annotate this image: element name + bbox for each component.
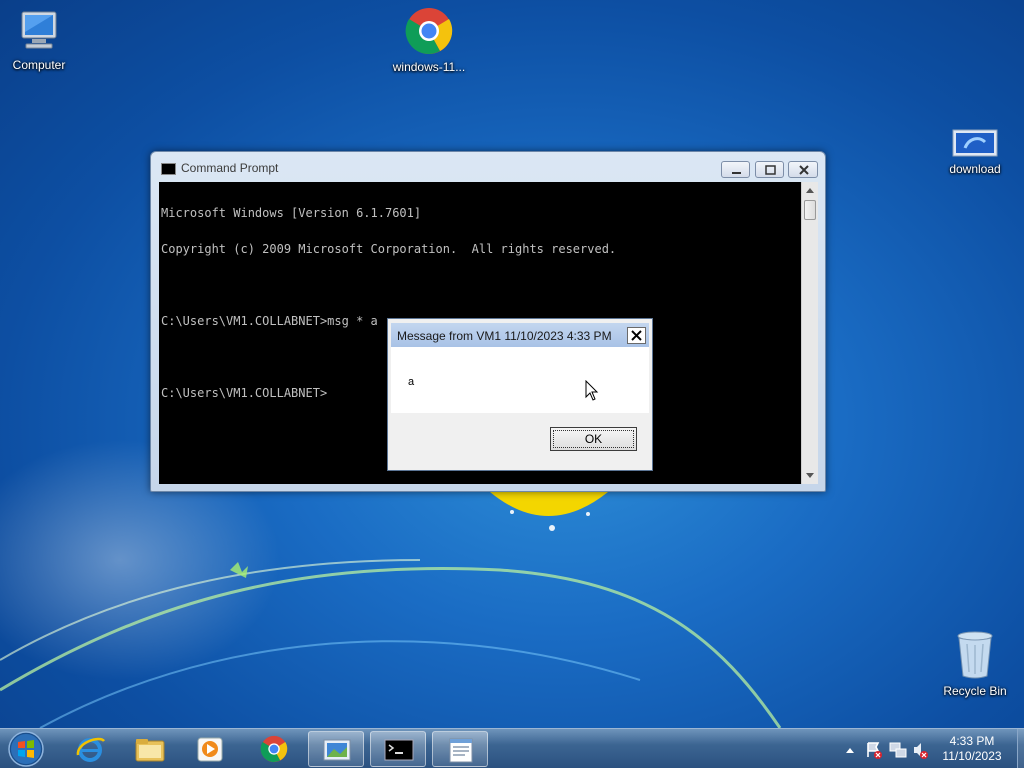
console-line: Copyright (c) 2009 Microsoft Corporation… xyxy=(161,242,617,256)
scroll-up-icon[interactable] xyxy=(806,188,814,193)
console-line: Microsoft Windows [Version 6.1.7601] xyxy=(161,206,422,220)
taskbar-image-viewer[interactable] xyxy=(308,731,364,767)
taskbar-file-explorer[interactable] xyxy=(122,731,178,767)
start-button[interactable] xyxy=(6,730,46,768)
close-button[interactable] xyxy=(788,161,818,178)
ok-button[interactable]: OK xyxy=(550,427,637,451)
clock[interactable]: 4:33 PM 11/10/2023 xyxy=(930,734,1014,764)
dialog-message: a xyxy=(408,376,415,388)
action-center-icon[interactable] xyxy=(867,742,882,759)
desktop-icon-label: windows-11... xyxy=(392,60,466,74)
message-dialog[interactable]: Message from VM1 11/10/2023 4:33 PM a OK xyxy=(387,318,653,471)
show-desktop-button[interactable] xyxy=(1017,729,1024,768)
internet-explorer-icon xyxy=(76,737,106,762)
volume-muted-icon[interactable] xyxy=(914,743,928,759)
network-icon[interactable] xyxy=(889,742,907,758)
taskbar-command-prompt[interactable] xyxy=(370,731,426,767)
command-prompt-icon xyxy=(384,739,414,761)
recycle-bin-icon xyxy=(957,631,993,679)
desktop-icon-label: Recycle Bin xyxy=(943,684,1007,698)
taskbar: 4:33 PM 11/10/2023 xyxy=(0,728,1024,768)
dialog-title: Message from VM1 11/10/2023 4:33 PM xyxy=(397,329,612,343)
clock-time: 4:33 PM xyxy=(949,734,995,748)
taskbar-media-player[interactable] xyxy=(182,731,238,767)
show-hidden-icons-icon[interactable] xyxy=(846,748,854,753)
folder-icon xyxy=(135,739,165,762)
window-title: Command Prompt xyxy=(181,161,279,175)
scroll-thumb[interactable] xyxy=(804,200,816,220)
mouse-cursor-icon xyxy=(585,380,599,401)
minimize-button[interactable] xyxy=(721,161,750,178)
close-icon xyxy=(799,165,809,175)
maximize-icon xyxy=(765,165,776,175)
dialog-body: a xyxy=(391,347,649,413)
media-player-icon xyxy=(197,737,223,762)
dialog-title-bar[interactable]: Message from VM1 11/10/2023 4:33 PM xyxy=(391,323,649,347)
desktop-icon-recycle-bin[interactable]: Recycle Bin xyxy=(930,630,1020,698)
maximize-button[interactable] xyxy=(755,161,784,178)
scroll-down-icon[interactable] xyxy=(806,473,814,478)
chrome-icon xyxy=(260,735,288,763)
image-viewer-icon xyxy=(323,739,351,761)
dialog-close-button[interactable] xyxy=(627,327,646,344)
close-icon xyxy=(631,330,642,341)
minimize-icon xyxy=(732,172,741,174)
image-file-icon xyxy=(952,129,998,157)
desktop-icon-windows-11[interactable]: windows-11... xyxy=(384,6,474,74)
notepad-icon xyxy=(449,738,473,763)
title-bar[interactable]: Command Prompt xyxy=(151,152,825,182)
clock-date: 11/10/2023 xyxy=(942,749,1002,763)
vertical-scrollbar[interactable] xyxy=(801,182,818,484)
computer-icon xyxy=(21,11,57,49)
system-tray xyxy=(846,742,928,759)
desktop-icon-label: Computer xyxy=(12,58,66,72)
taskbar-notepad-window[interactable] xyxy=(432,731,488,767)
desktop-icon-label: download xyxy=(949,162,1001,176)
taskbar-chrome[interactable] xyxy=(246,731,302,767)
cmd-icon xyxy=(161,163,176,175)
desktop-icon-computer[interactable]: Computer xyxy=(0,8,84,72)
chrome-icon xyxy=(405,8,453,55)
desktop-icon-download[interactable]: download xyxy=(930,128,1020,176)
taskbar-internet-explorer[interactable] xyxy=(62,731,118,767)
